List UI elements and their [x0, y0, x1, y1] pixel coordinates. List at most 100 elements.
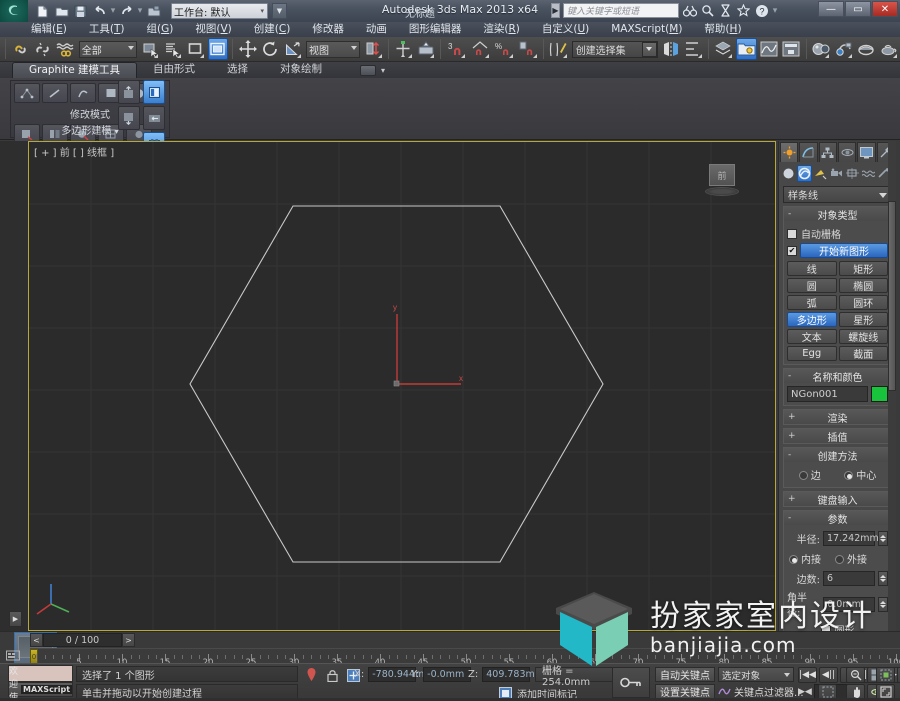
set-key-button[interactable]	[612, 667, 650, 698]
section-button[interactable]: 截面	[838, 346, 888, 361]
next-frame-button[interactable]: >	[122, 633, 135, 647]
undo-dropdown-arrow[interactable]: ▾	[110, 6, 116, 16]
menu-item-group[interactable]: 组(G)	[136, 22, 185, 37]
mirror-icon[interactable]	[661, 38, 682, 60]
coord-y-input[interactable]: -0.0mm	[423, 667, 472, 682]
toggle-ribbon-icon[interactable]	[735, 38, 757, 60]
menu-item-animation[interactable]: 动画	[355, 22, 398, 37]
border-subobject-button[interactable]	[70, 83, 96, 103]
subcategory-combo[interactable]: 样条线	[783, 186, 892, 203]
auto-key-button[interactable]: 自动关键点	[655, 667, 715, 682]
shapes-icon[interactable]	[797, 164, 812, 182]
undo-icon[interactable]	[91, 3, 108, 20]
render-setup-icon[interactable]	[833, 38, 854, 60]
percent-snap-toggle-icon[interactable]: %	[493, 38, 515, 60]
workspace-selector[interactable]: 工作台: 默认 ▾	[171, 3, 268, 19]
lights-icon[interactable]	[813, 165, 828, 182]
hourglass-icon[interactable]	[718, 3, 733, 18]
viewcube-face-label[interactable]: 前	[709, 164, 735, 186]
key-filters-button[interactable]: 关键点过滤器...	[718, 684, 804, 699]
rectangular-select-region-icon[interactable]	[185, 38, 206, 60]
object-color-swatch[interactable]	[871, 386, 888, 402]
parameters-header[interactable]: - 参数	[784, 511, 891, 526]
constraints-button[interactable]	[143, 106, 165, 130]
zoom-extents-button[interactable]	[876, 667, 895, 683]
cameras-icon[interactable]	[829, 165, 844, 182]
modify-tab[interactable]	[799, 142, 818, 162]
render-rollout-header[interactable]: + 渲染	[784, 410, 891, 425]
line-button[interactable]: 线	[787, 261, 837, 276]
angle-snap-toggle-icon[interactable]	[469, 38, 491, 60]
donut-button[interactable]: 圆环	[838, 295, 888, 310]
pin-stack-icon[interactable]	[303, 667, 319, 683]
corner-radius-input[interactable]: 0.0mm	[823, 596, 876, 612]
arc-button[interactable]: 弧	[787, 295, 837, 310]
set-key-toggle-button[interactable]: 设置关键点	[655, 684, 715, 699]
maximize-button[interactable]: ▭	[845, 1, 871, 17]
space-warps-icon[interactable]	[861, 165, 876, 182]
menu-item-help[interactable]: 帮助(H)	[693, 22, 752, 37]
select-and-move-icon[interactable]	[237, 38, 258, 60]
tab-freeform[interactable]: 自由形式	[137, 62, 211, 78]
redo-dropdown-arrow[interactable]: ▾	[137, 6, 143, 16]
viewcube[interactable]: 前	[705, 164, 739, 196]
menu-item-modifiers[interactable]: 修改器	[301, 22, 355, 37]
schematic-view-icon[interactable]	[781, 38, 802, 60]
menu-item-graph-editors[interactable]: 图形编辑器	[398, 22, 473, 37]
circumscribed-option[interactable]: 外接	[835, 551, 867, 566]
save-file-icon[interactable]	[72, 3, 89, 20]
star-button[interactable]: 星形	[838, 312, 888, 327]
creation-method-edge-option[interactable]: 边	[798, 467, 821, 482]
unlink-selection-icon[interactable]	[33, 38, 54, 60]
keyboard-entry-header[interactable]: + 键盘输入	[784, 492, 891, 507]
frame-readout[interactable]: 0 / 100	[43, 633, 122, 647]
lock-icon[interactable]	[324, 667, 340, 683]
tab-graphite-modeling-tools[interactable]: Graphite 建模工具	[12, 62, 138, 78]
inscribed-option[interactable]: 内接	[789, 551, 821, 566]
workspace-dropdown-button[interactable]: ▼	[272, 3, 287, 19]
creation-method-center-option[interactable]: 中心	[844, 467, 876, 482]
binoculars-icon[interactable]	[682, 3, 697, 18]
scrollbar-thumb[interactable]	[888, 201, 896, 391]
egg-button[interactable]: Egg	[787, 346, 837, 361]
track-bar-key-icon[interactable]	[5, 649, 21, 662]
select-and-scale-icon[interactable]	[282, 38, 303, 60]
selection-filter-combo[interactable]: 全部	[78, 40, 137, 58]
zoom-button[interactable]	[846, 667, 865, 683]
previous-frame-button[interactable]: <	[30, 633, 43, 647]
command-panel-scrollbar[interactable]	[888, 141, 896, 631]
search-expand-arrow[interactable]: ▶	[551, 3, 560, 18]
ellipse-button[interactable]: 椭圆	[838, 278, 888, 293]
corner-radius-spinner[interactable]	[878, 596, 888, 612]
menu-item-create[interactable]: 创建(C)	[243, 22, 302, 37]
curve-editor-icon[interactable]	[759, 38, 780, 60]
object-type-header[interactable]: - 对象类型	[784, 207, 891, 222]
goto-frame-icon[interactable]: ▶◀	[798, 687, 812, 697]
rectangle-button[interactable]: 矩形	[838, 261, 888, 276]
maxscript-listener-label[interactable]: 欢迎使用 MAXScript	[8, 667, 73, 701]
name-and-color-header[interactable]: - 名称和颜色	[784, 369, 891, 384]
viewport-front[interactable]: y x [ + ] 前 [ ] 线框 ] 前	[28, 141, 776, 631]
autogrid-checkbox[interactable]	[787, 228, 797, 239]
edge-subobject-button[interactable]	[42, 83, 68, 103]
viewport-label[interactable]: [ + ] 前 [ ] 线框 ]	[34, 144, 114, 159]
menu-item-maxscript[interactable]: MAXScript(M)	[600, 22, 693, 37]
snaps-toggle-icon[interactable]: 3	[445, 38, 467, 60]
vertex-subobject-button[interactable]	[14, 83, 40, 103]
object-name-input[interactable]: NGon001	[787, 386, 868, 402]
select-object-icon[interactable]	[140, 38, 161, 60]
bind-to-space-warp-icon[interactable]	[55, 38, 76, 60]
reference-coordinate-combo[interactable]: 视图	[305, 40, 361, 58]
use-center-flyout-icon[interactable]	[363, 38, 384, 60]
preserve-uvs-button[interactable]	[118, 80, 140, 104]
ribbon-minimize-button[interactable]	[360, 64, 377, 76]
tab-object-paint[interactable]: 对象绘制	[264, 62, 338, 78]
render-production-icon[interactable]	[879, 38, 900, 60]
align-icon[interactable]	[683, 38, 704, 60]
set-project-folder-icon[interactable]	[145, 3, 162, 20]
select-and-manipulate-icon[interactable]	[393, 38, 414, 60]
start-new-shape-checkbox[interactable]: ✔	[787, 245, 797, 256]
search-input[interactable]: 键入关键字或短语	[563, 3, 679, 18]
geometry-icon[interactable]	[781, 165, 796, 182]
show-end-result-button[interactable]	[143, 80, 165, 104]
